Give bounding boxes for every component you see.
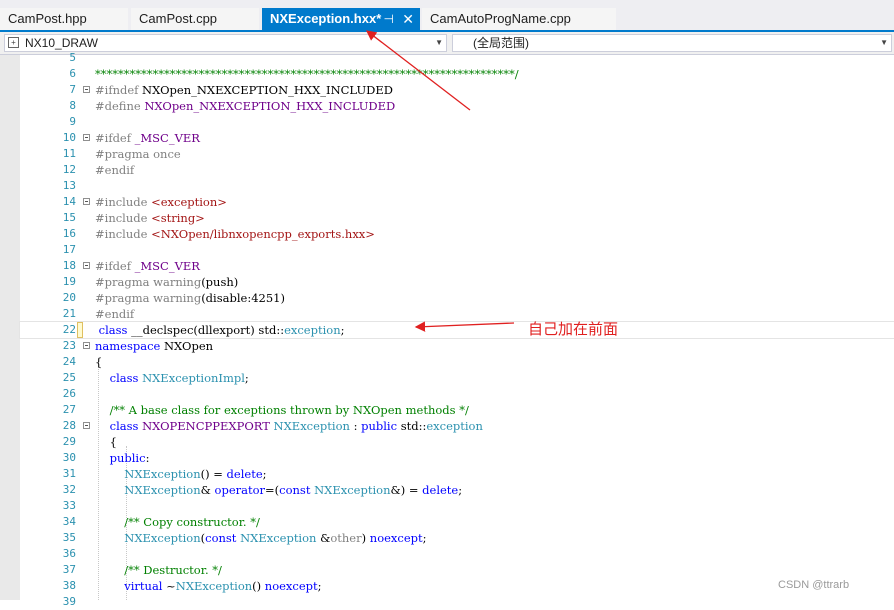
arrow-to-line-22 [414, 321, 515, 332]
arrow-to-tab [365, 30, 471, 111]
annotation-arrows [365, 30, 515, 332]
